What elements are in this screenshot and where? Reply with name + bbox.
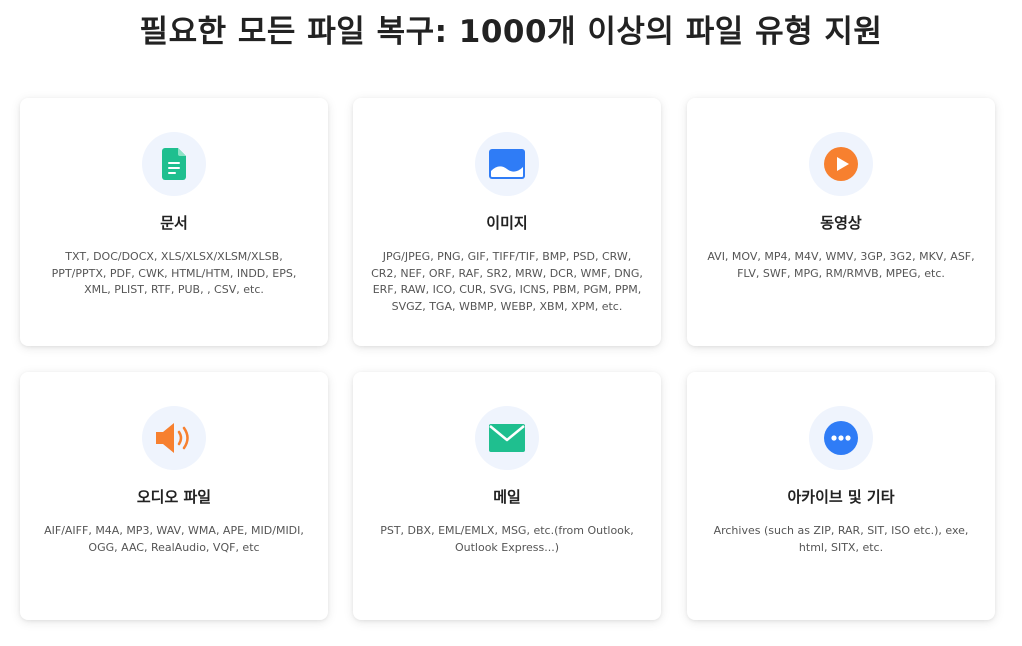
file-type-card-mail: 메일 PST, DBX, EML/EMLX, MSG, etc.(from Ou… xyxy=(353,372,661,620)
mail-icon-badge xyxy=(475,406,539,470)
card-title: 오디오 파일 xyxy=(136,488,212,506)
video-play-icon xyxy=(824,147,858,181)
more-icon-badge xyxy=(809,406,873,470)
card-title: 메일 xyxy=(493,488,521,506)
file-type-card-images: 이미지 JPG/JPEG, PNG, GIF, TIFF/TIF, BMP, P… xyxy=(353,98,661,346)
file-type-card-archives: 아카이브 및 기타 Archives (such as ZIP, RAR, SI… xyxy=(687,372,995,620)
file-type-card-audio: 오디오 파일 AIF/AIFF, M4A, MP3, WAV, WMA, APE… xyxy=(20,372,328,620)
document-icon xyxy=(162,148,186,180)
card-title: 동영상 xyxy=(820,214,862,232)
file-type-card-documents: 문서 TXT, DOC/DOCX, XLS/XLSX/XLSM/XLSB, PP… xyxy=(20,98,328,346)
speaker-icon xyxy=(156,423,189,453)
file-type-card-video: 동영상 AVI, MOV, MP4, M4V, WMV, 3GP, 3G2, M… xyxy=(687,98,995,346)
card-description: TXT, DOC/DOCX, XLS/XLSX/XLSM/XLSB, PPT/P… xyxy=(51,250,297,296)
speaker-icon-badge xyxy=(142,406,206,470)
card-description: AVI, MOV, MP4, M4V, WMV, 3GP, 3G2, MKV, … xyxy=(707,250,975,280)
card-title: 문서 xyxy=(160,214,188,232)
image-icon xyxy=(489,149,525,179)
page-title: 필요한 모든 파일 복구: 1000개 이상의 파일 유형 지원 xyxy=(139,14,883,50)
card-description: AIF/AIFF, M4A, MP3, WAV, WMA, APE, MID/M… xyxy=(44,524,304,554)
card-title: 이미지 xyxy=(486,214,528,232)
mail-icon xyxy=(489,424,525,452)
card-title: 아카이브 및 기타 xyxy=(787,488,895,506)
card-description: PST, DBX, EML/EMLX, MSG, etc.(from Outlo… xyxy=(380,524,634,554)
document-icon-badge xyxy=(142,132,206,196)
more-dots-icon xyxy=(824,421,858,455)
card-description: JPG/JPEG, PNG, GIF, TIFF/TIF, BMP, PSD, … xyxy=(371,250,643,313)
card-description: Archives (such as ZIP, RAR, SIT, ISO etc… xyxy=(713,524,969,554)
video-icon-badge xyxy=(809,132,873,196)
image-icon-badge xyxy=(475,132,539,196)
